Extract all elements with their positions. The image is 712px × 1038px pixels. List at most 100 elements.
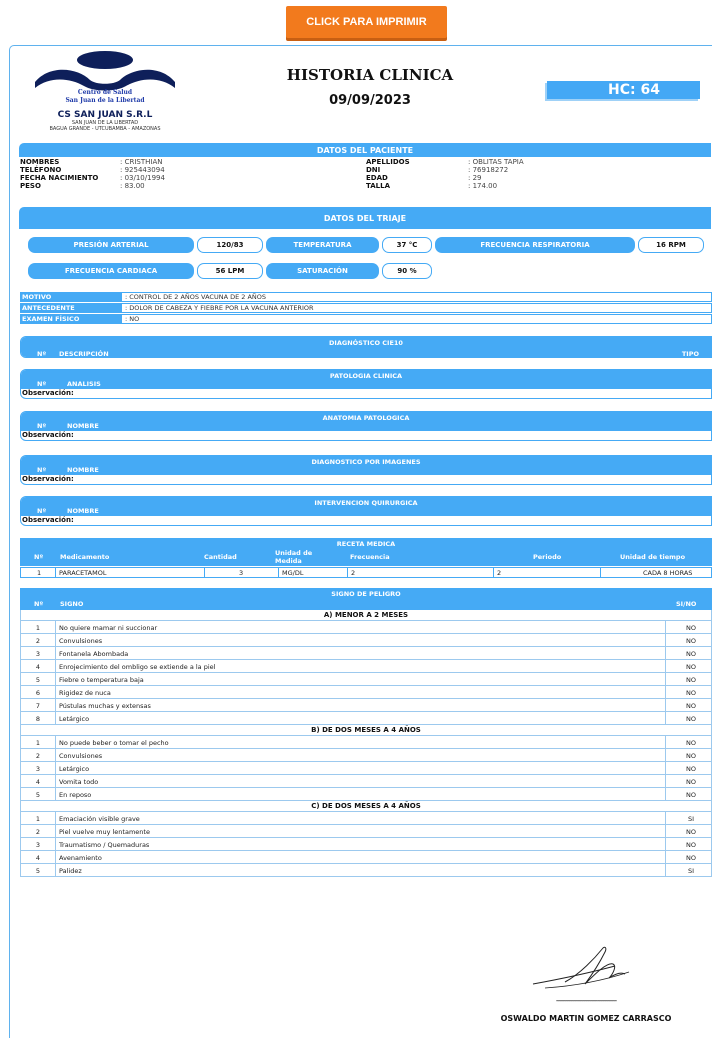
signos-row-signo: No puede beber o tomar el pecho xyxy=(55,736,666,748)
signos-row-n: 2 xyxy=(35,828,41,836)
quirurgica-title: INTERVENCION QUIRURGICA xyxy=(314,499,418,507)
signos-row: 5 Palidez SI xyxy=(20,864,712,877)
receta-title: RECETA MEDICA xyxy=(336,540,396,548)
imagenes-title: DIAGNOSTICO POR IMAGENES xyxy=(311,458,421,466)
signos-row-sino: NO xyxy=(686,791,696,799)
clinic-name: CS SAN JUAN S.R.L xyxy=(57,110,153,120)
cie10-title: DIAGNÓSTICO CIE10 xyxy=(329,339,403,347)
signos-row: 3 Fontanela Abombada NO xyxy=(20,647,712,660)
signos-row: 2 Piel vuelve muy lentamente NO xyxy=(20,825,712,838)
document-title: HISTORIA CLINICA xyxy=(286,66,454,84)
cie10-col-n: Nº xyxy=(37,350,47,358)
patient-label: DNI xyxy=(366,166,381,174)
signos-row-signo: Fontanela Abombada xyxy=(55,647,666,659)
signos-row-sino: NO xyxy=(686,765,696,773)
signos-row-n: 1 xyxy=(35,624,41,632)
signos-row: 2 Convulsiones NO xyxy=(20,634,712,647)
receta-header: RECETA MEDICA Nº Medicamento Cantidad Un… xyxy=(20,538,712,566)
signos-row: 3 Traumatismo / Quemaduras NO xyxy=(20,838,712,851)
patient-label: PESO xyxy=(20,182,41,190)
patologia-col-n: Nº xyxy=(37,380,47,388)
receta-col-n: Nº xyxy=(34,553,44,561)
signature-line: -------------------------------- xyxy=(555,996,617,1005)
logo-icon xyxy=(35,51,175,91)
receta-row-frecuencia: 2 xyxy=(351,569,356,577)
signos-row-sino: NO xyxy=(686,650,696,658)
receta-row-n: 1 xyxy=(37,569,42,577)
antecedente-label: ANTECEDENTE xyxy=(20,303,122,313)
patient-label: FECHA NACIMIENTO xyxy=(20,174,99,182)
patient-value: : 03/10/1994 xyxy=(120,174,165,182)
signos-row: 8 Letárgico NO xyxy=(20,712,712,725)
signos-row-n: 5 xyxy=(35,676,41,684)
cie10-col-desc: DESCRIPCIÓN xyxy=(59,350,109,358)
patient-value: : CRISTHIAN xyxy=(120,158,163,166)
signos-row: 1 No puede beber o tomar el pecho NO xyxy=(20,736,712,749)
signature-image xyxy=(532,946,630,989)
patient-label: APELLIDOS xyxy=(366,158,410,166)
signos-row-n: 8 xyxy=(35,715,41,723)
signos-row-n: 1 xyxy=(35,815,41,823)
receta-row-cantidad: 3 xyxy=(239,569,244,577)
antecedente-row: ANTECEDENTE : DOLOR DE CABEZA Y FIEBRE P… xyxy=(20,303,712,313)
anatomia-observacion: Observación: xyxy=(22,431,74,439)
signos-row-signo: Letárgico xyxy=(55,762,666,774)
blood-pressure-label: PRESIÓN ARTERIAL xyxy=(28,237,194,253)
signos-row-signo: Rigidez de nuca xyxy=(55,686,666,698)
signos-row-sino: SI xyxy=(687,815,695,823)
signos-row-signo: Traumatismo / Quemaduras xyxy=(55,838,666,850)
signos-row-sino: NO xyxy=(686,663,696,671)
signos-row: 3 Letárgico NO xyxy=(20,762,712,775)
signos-row-signo: Emaciación visible grave xyxy=(55,812,666,824)
signos-row-signo: Piel vuelve muy lentamente xyxy=(55,825,666,837)
signos-row-signo: Fiebre o temperatura baja xyxy=(55,673,666,685)
anatomia-col-nombre: NOMBRE xyxy=(67,422,99,430)
receta-col-frecuencia: Frecuencia xyxy=(350,553,390,561)
signos-row-n: 4 xyxy=(35,663,41,671)
signos-row-sino: NO xyxy=(686,702,696,710)
patient-value: : 76918272 xyxy=(468,166,509,174)
receta-col-cantidad: Cantidad xyxy=(204,553,237,561)
signos-row: 2 Convulsiones NO xyxy=(20,749,712,762)
respiratory-rate-value: 16 RPM xyxy=(638,237,704,253)
saturation-value: 90 % xyxy=(382,263,432,279)
hc-number-badge: HC: 64 xyxy=(547,81,700,99)
signos-row-sino: NO xyxy=(686,778,696,786)
receta-row-tiempo: CADA 8 HORAS xyxy=(643,569,693,577)
signos-row: 7 Pústulas muchas y extensas NO xyxy=(20,699,712,712)
signos-row-sino: NO xyxy=(686,739,696,747)
signos-col-n: Nº xyxy=(34,600,44,608)
signos-row-signo: Pústulas muchas y extensas xyxy=(55,699,666,711)
org-line-1: Centro de Salud xyxy=(77,89,133,96)
signos-row-sino: NO xyxy=(686,689,696,697)
signos-group-title: C) DE DOS MESES A 4 AÑOS xyxy=(20,801,712,812)
motivo-label: MOTIVO xyxy=(20,292,122,302)
receta-col-medicamento: Medicamento xyxy=(60,553,110,561)
clinic-logo: Centro de Salud San Juan de la Libertad … xyxy=(30,50,180,132)
patient-value: : OBLITAS TAPIA xyxy=(468,158,524,166)
patient-value: : 29 xyxy=(468,174,482,182)
antecedente-value: : DOLOR DE CABEZA Y FIEBRE POR LA VACUNA… xyxy=(122,303,712,313)
motivo-value: : CONTROL DE 2 AÑOS VACUNA DE 2 AÑOS xyxy=(122,292,712,302)
signos-row: 5 Fiebre o temperatura baja NO xyxy=(20,673,712,686)
signos-row-sino: NO xyxy=(686,637,696,645)
clinic-address-2: BAGUA GRANDE - UTCUBAMBA - AMAZONAS xyxy=(49,126,161,132)
receta-col-unidad-1: Unidad de xyxy=(275,549,313,557)
quirurgica-section: INTERVENCION QUIRURGICA Nº NOMBRE Observ… xyxy=(20,496,712,526)
quirurgica-col-n: Nº xyxy=(37,507,47,515)
triage-section-title: DATOS DEL TRIAJE xyxy=(19,207,711,229)
signos-header: SIGNO DE PELIGRO Nº SIGNO SI/NO xyxy=(20,588,712,610)
signos-row: 6 Rigidez de nuca NO xyxy=(20,686,712,699)
signos-group-title: B) DE DOS MESES A 4 AÑOS xyxy=(20,725,712,736)
patologia-col-analisis: ANALISIS xyxy=(67,380,101,388)
signos-row: 1 No quiere mamar ni succionar NO xyxy=(20,621,712,634)
document-date: 09/09/2023 xyxy=(329,93,411,108)
motivo-row: MOTIVO : CONTROL DE 2 AÑOS VACUNA DE 2 A… xyxy=(20,292,712,302)
signos-row: 4 Enrojecimiento del ombligo se extiende … xyxy=(20,660,712,673)
patient-label: TELÉFONO xyxy=(20,166,62,174)
print-button[interactable]: CLICK PARA IMPRIMIR xyxy=(286,6,447,38)
patient-value: : 174.00 xyxy=(468,182,498,190)
signos-row-signo: Enrojecimiento del ombligo se extiende a… xyxy=(55,660,666,672)
signos-row: 4 Vomita todo NO xyxy=(20,775,712,788)
signos-row-n: 7 xyxy=(35,702,41,710)
